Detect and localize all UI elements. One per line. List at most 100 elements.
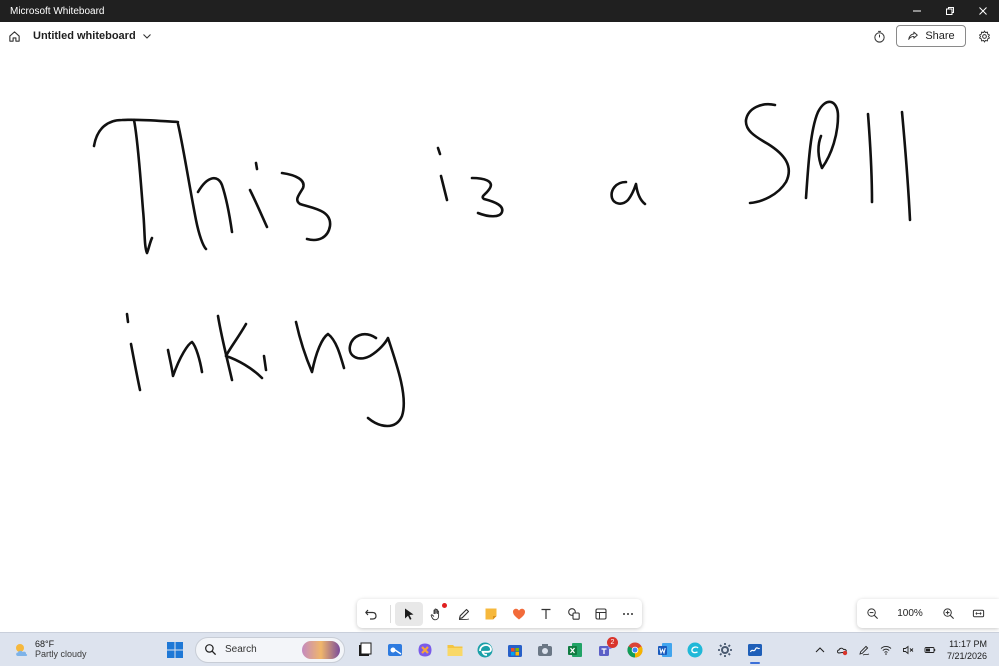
taskbar-excel[interactable]: [560, 635, 590, 665]
gear-icon: [978, 29, 990, 43]
ink-layer: [92, 100, 912, 428]
taskbar-word[interactable]: [650, 635, 680, 665]
taskbar-settings[interactable]: [710, 635, 740, 665]
templates-icon: [595, 607, 607, 620]
battery-status[interactable]: [919, 637, 941, 663]
ink-stroke: [166, 340, 204, 378]
text-tool[interactable]: [532, 602, 559, 626]
ink-stroke: [744, 102, 791, 205]
select-tool[interactable]: [395, 601, 423, 626]
settings-app-icon: [718, 642, 732, 657]
copilot-icon: [418, 643, 432, 656]
timer-icon: [873, 30, 885, 43]
ink-stroke: [294, 320, 346, 374]
zoom-out-icon: [866, 608, 878, 620]
restore-icon: [945, 7, 954, 15]
edge-browser-icon: [477, 642, 493, 657]
ink-stroke: [132, 118, 154, 255]
zoom-level[interactable]: 100%: [887, 608, 933, 619]
sticky-note-tool[interactable]: [478, 602, 505, 626]
ink-stroke: [248, 188, 269, 229]
toolbar-divider: [390, 604, 392, 623]
speaker-muted-icon: [903, 645, 914, 654]
chevron-down-icon: [142, 34, 151, 39]
network-status[interactable]: [875, 637, 897, 663]
window-title: Microsoft Whiteboard: [10, 5, 105, 17]
taskbar-task-view[interactable]: [350, 635, 380, 665]
pen-menu[interactable]: [853, 637, 875, 663]
search-icon: [205, 644, 217, 656]
taskbar-camera[interactable]: [530, 635, 560, 665]
volume-status[interactable]: [897, 637, 919, 663]
ink-stroke: [866, 112, 874, 204]
reaction-tool[interactable]: [505, 602, 532, 626]
search-highlight-image: [302, 640, 340, 659]
ink-stroke: [348, 333, 406, 428]
sticky-note-icon: [485, 608, 497, 619]
whiteboard-canvas[interactable]: [0, 50, 999, 632]
zoom-in-icon: [942, 608, 954, 620]
fit-screen-button[interactable]: [963, 602, 993, 626]
undo-icon: [364, 609, 377, 620]
more-button[interactable]: [615, 602, 642, 626]
task-view-icon: [359, 642, 372, 656]
undo-button[interactable]: [357, 602, 384, 626]
clock-time: 11:17 PM: [949, 638, 987, 649]
canva-icon: [687, 642, 703, 657]
restore-button[interactable]: [933, 0, 966, 22]
hand-tool[interactable]: [423, 602, 450, 626]
weather-temp: 68°F: [35, 639, 55, 649]
chrome-icon: [627, 642, 643, 658]
active-app-indicator: [750, 661, 760, 664]
ink-stroke: [470, 176, 504, 218]
ink-stroke: [262, 354, 268, 372]
taskbar-teams[interactable]: 2: [590, 635, 620, 665]
templates-tool[interactable]: [587, 602, 614, 626]
show-hidden-icons-button[interactable]: [809, 637, 831, 663]
close-icon: [978, 7, 987, 15]
taskbar-store[interactable]: [500, 635, 530, 665]
clock[interactable]: 11:17 PM 7/21/2026: [941, 638, 999, 662]
minimize-button[interactable]: [900, 0, 933, 22]
whiteboard-app-icon: [748, 643, 762, 656]
ink-stroke: [196, 177, 234, 234]
home-button[interactable]: [0, 22, 28, 50]
zoom-control: 100%: [857, 599, 999, 628]
shapes-icon: [567, 607, 580, 620]
inking-toolbar: [357, 599, 642, 628]
taskbar-file-explorer[interactable]: [440, 635, 470, 665]
shapes-tool[interactable]: [560, 602, 587, 626]
settings-button[interactable]: [972, 24, 996, 48]
share-icon: [908, 31, 919, 40]
taskbar-edge[interactable]: [470, 635, 500, 665]
taskbar-search[interactable]: Search: [195, 636, 345, 663]
system-tray: 11:17 PM 7/21/2026: [809, 637, 999, 663]
weather-widget[interactable]: 68°F Partly cloudy: [0, 639, 160, 660]
zoom-out-button[interactable]: [857, 602, 887, 626]
timer-button[interactable]: [867, 24, 891, 48]
board-name-dropdown[interactable]: Untitled whiteboard: [33, 30, 152, 42]
fit-screen-icon: [972, 609, 984, 618]
word-icon: [658, 642, 672, 657]
ink-stroke: [804, 100, 840, 200]
cloud-error-icon: [837, 647, 848, 655]
taskbar-copilot[interactable]: [410, 635, 440, 665]
ink-stroke: [125, 312, 130, 324]
ink-stroke: [900, 110, 912, 222]
close-button[interactable]: [966, 0, 999, 22]
folder-icon: [447, 644, 463, 656]
pen-tool[interactable]: [450, 602, 477, 626]
taskbar-canva[interactable]: [680, 635, 710, 665]
taskbar-chrome[interactable]: [620, 635, 650, 665]
ink-stroke: [280, 171, 332, 242]
indicator-dot: [442, 602, 448, 608]
share-button[interactable]: Share: [896, 25, 966, 47]
start-button[interactable]: [160, 635, 190, 665]
taskbar-snipping-tool[interactable]: [380, 635, 410, 665]
battery-icon: [924, 646, 936, 653]
board-name: Untitled whiteboard: [33, 30, 136, 42]
onedrive-status[interactable]: [831, 637, 853, 663]
partly-cloudy-icon: [16, 643, 28, 656]
taskbar-whiteboard[interactable]: [740, 635, 770, 665]
zoom-in-button[interactable]: [933, 602, 963, 626]
